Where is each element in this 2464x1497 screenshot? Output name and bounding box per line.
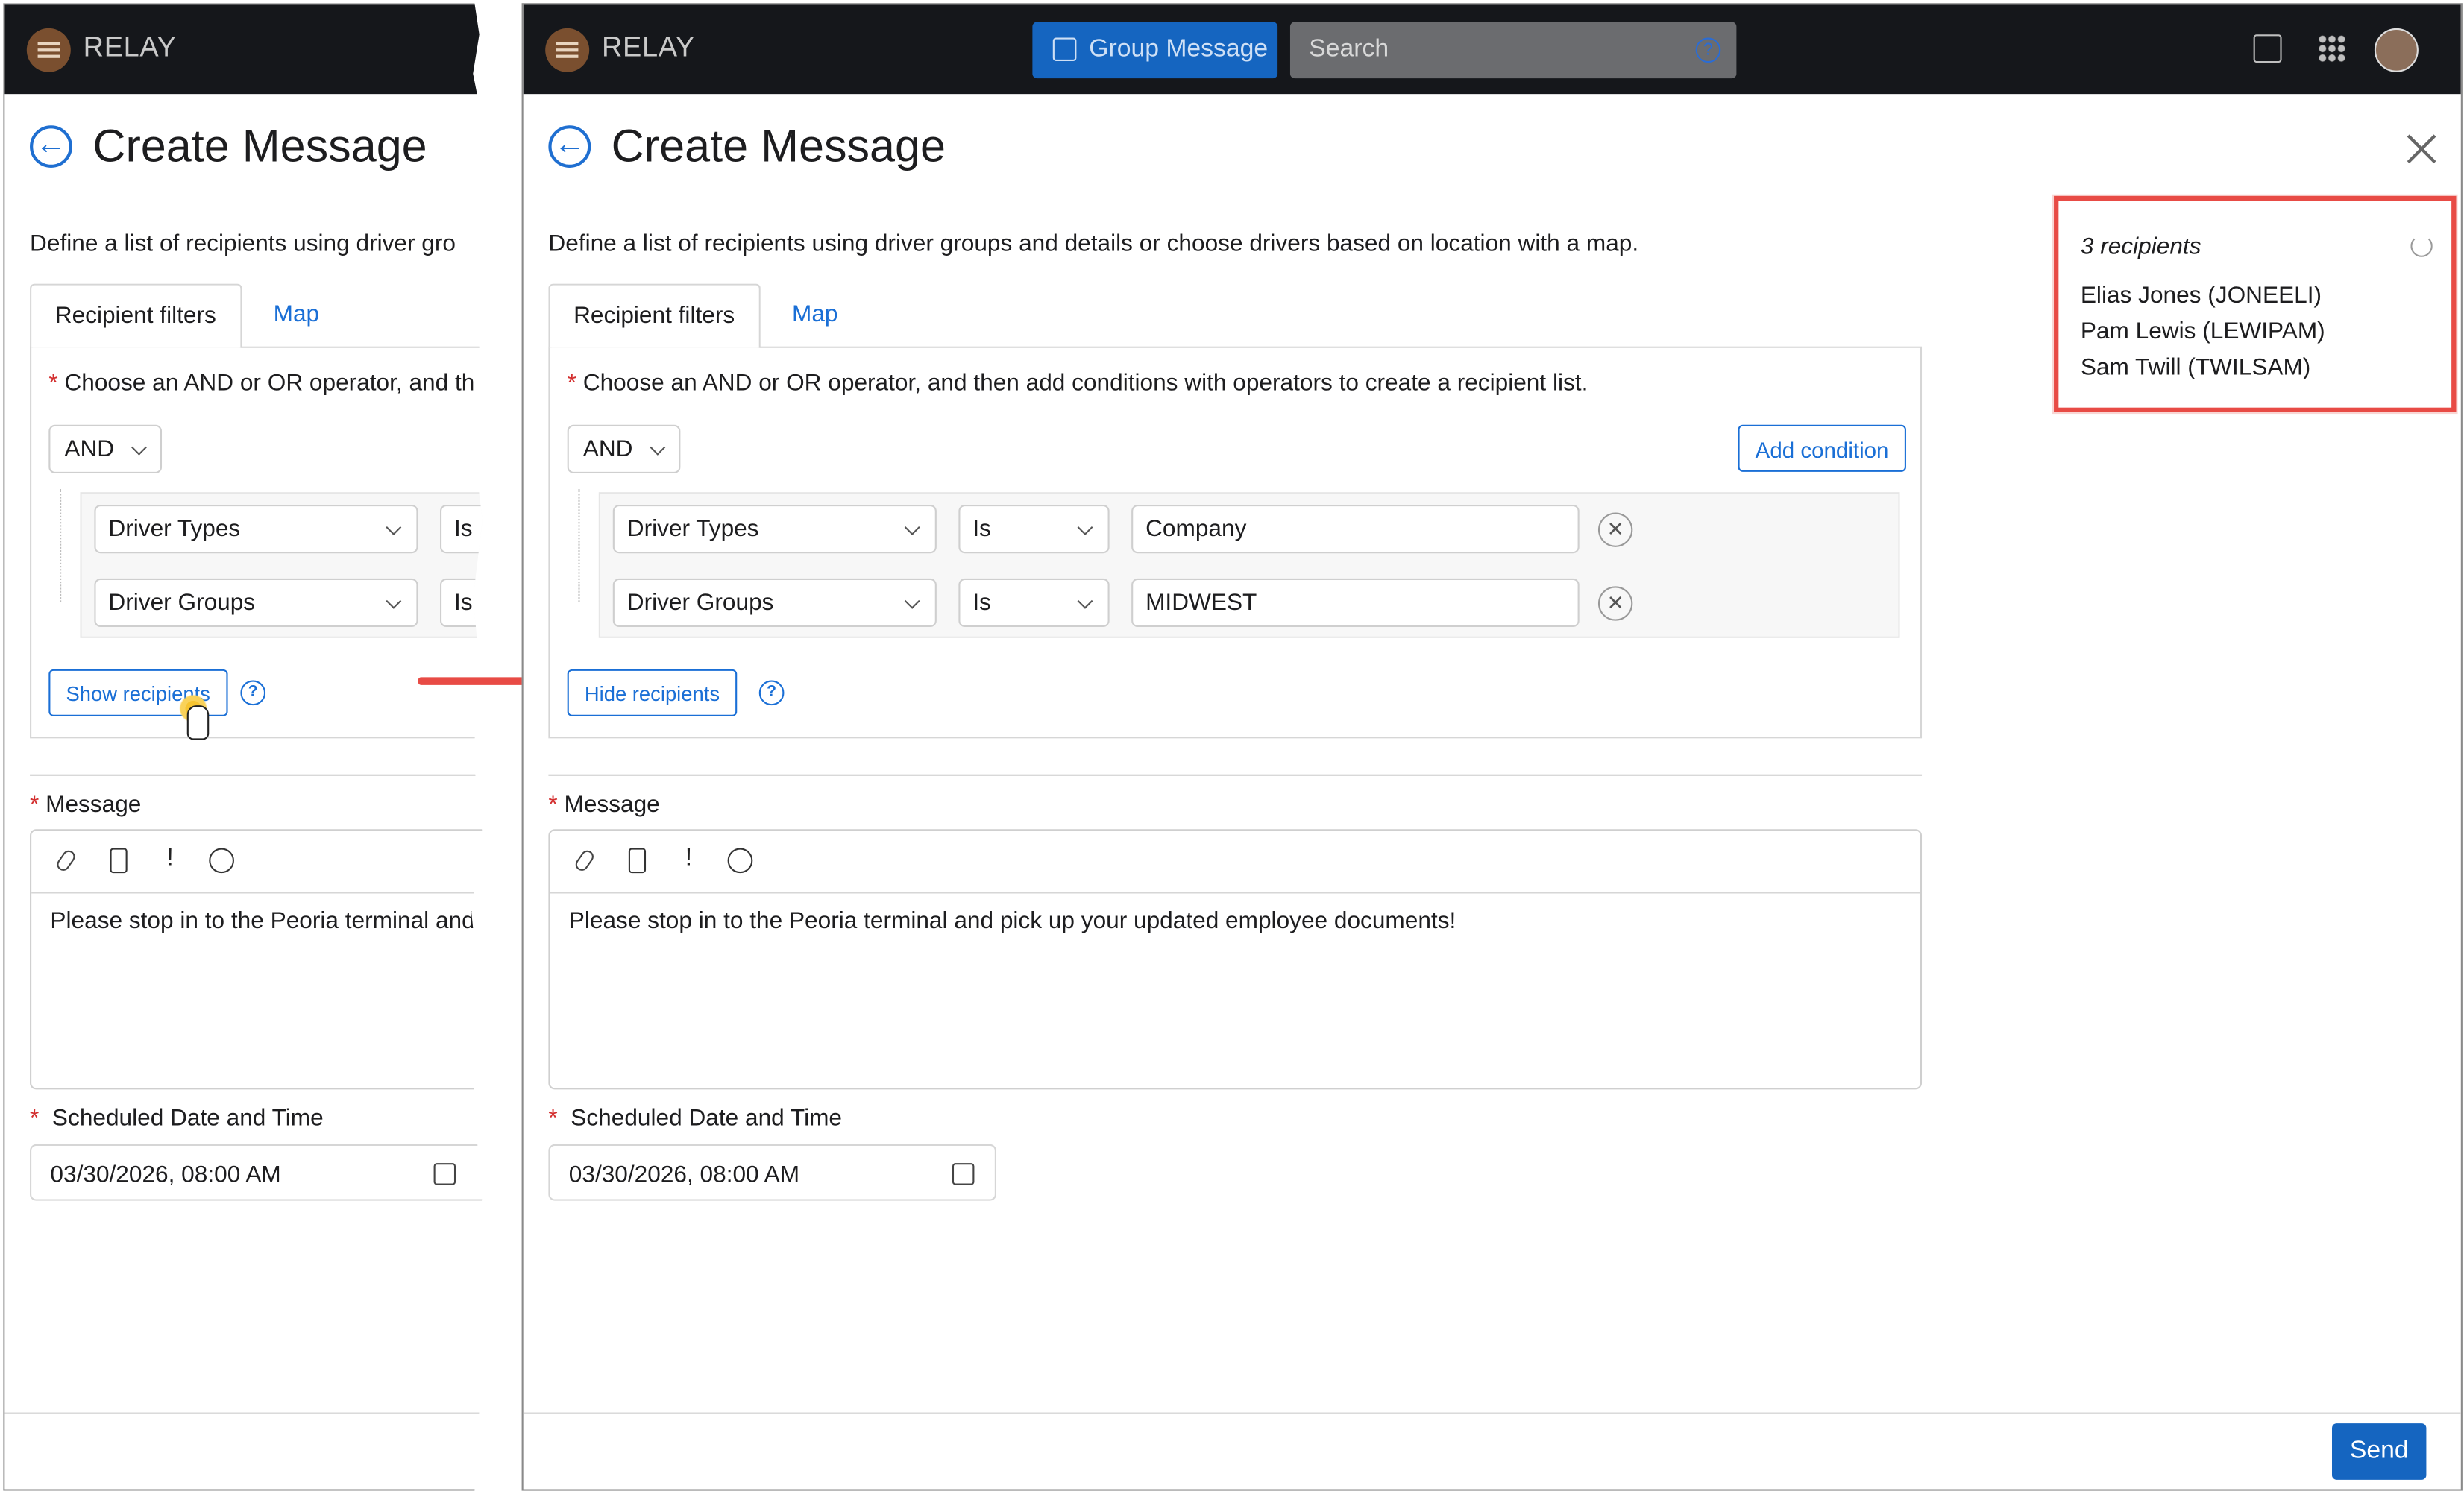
chevron-down-icon: [386, 593, 402, 609]
top-navigation-bar: RELAY Group Message Search?: [523, 4, 2461, 95]
mobile-icon[interactable]: [110, 848, 128, 874]
relay-logo-icon[interactable]: [26, 28, 71, 72]
page-description: Define a list of recipients using driver…: [548, 230, 1639, 257]
condition-operator-select[interactable]: Is: [958, 505, 1110, 554]
remove-condition-icon[interactable]: ✕: [1597, 586, 1633, 621]
search-input[interactable]: Search?: [1289, 22, 1737, 79]
filter-box: * Choose an AND or OR operator, and then…: [548, 346, 1923, 739]
operator-select[interactable]: AND: [567, 424, 681, 473]
calendar-icon[interactable]: [433, 1163, 456, 1185]
page-title: Create Message: [92, 122, 427, 173]
filter-instruction: * Choose an AND or OR operator, and th: [48, 370, 475, 397]
list-item: Pam Lewis (LEWIPAM): [2080, 318, 2325, 345]
condition-field-select[interactable]: Driver Groups: [612, 578, 937, 628]
message-editor[interactable]: ! Please stop in to the Peoria terminal …: [30, 829, 483, 1090]
recipient-tabs: Recipient filters Map: [30, 283, 483, 348]
message-label: * Message: [548, 791, 660, 819]
condition-field-select[interactable]: Driver Groups: [94, 578, 418, 628]
divider: [30, 774, 483, 776]
edit-icon: [1052, 37, 1077, 62]
message-label: * Message: [30, 791, 142, 819]
schedule-datetime-input[interactable]: 03/30/2026, 08:00 AM: [548, 1144, 996, 1201]
schedule-label: * Scheduled Date and Time: [548, 1105, 843, 1132]
divider: [548, 774, 1923, 776]
calendar-icon[interactable]: [952, 1163, 975, 1185]
schedule-label: * Scheduled Date and Time: [30, 1105, 324, 1132]
condition-operator-select[interactable]: Is: [439, 578, 483, 628]
top-navigation-bar: RELAY: [4, 4, 483, 95]
message-text: Please stop in to the Peoria terminal an…: [50, 907, 475, 935]
relay-logo-icon[interactable]: [545, 28, 590, 72]
after-screenshot-panel: RELAY Group Message Search? ← Create Mes…: [521, 3, 2463, 1491]
condition-value-input[interactable]: MIDWEST: [1131, 578, 1580, 628]
back-arrow-icon[interactable]: ←: [30, 125, 72, 168]
condition-field-select[interactable]: Driver Types: [94, 505, 418, 554]
help-icon[interactable]: ?: [240, 680, 266, 706]
priority-icon[interactable]: !: [166, 845, 173, 873]
condition-field-select[interactable]: Driver Types: [612, 505, 937, 554]
message-editor[interactable]: ! Please stop in to the Peoria terminal …: [548, 829, 1923, 1090]
help-icon[interactable]: ?: [1695, 37, 1721, 63]
message-text: Please stop in to the Peoria terminal an…: [568, 907, 1456, 935]
calendar-icon[interactable]: [2253, 34, 2282, 63]
schedule-datetime-input[interactable]: 03/30/2026, 08:00 AM: [30, 1144, 483, 1201]
condition-operator-select[interactable]: Is: [958, 578, 1110, 628]
condition-operator-select[interactable]: Is: [439, 505, 483, 554]
conditions-list: Driver Types Is Company ✕ Driver Groups …: [598, 492, 1900, 638]
brand-name: RELAY: [83, 31, 177, 63]
close-icon[interactable]: [2403, 130, 2441, 168]
add-condition-button[interactable]: Add condition: [1738, 424, 1906, 472]
page-description: Define a list of recipients using driver…: [30, 230, 456, 257]
mobile-icon[interactable]: [628, 848, 647, 874]
chevron-down-icon: [131, 439, 147, 456]
chevron-down-icon: [1077, 520, 1093, 535]
tab-map[interactable]: Map: [274, 301, 320, 328]
before-screenshot-panel: RELAY ← Create Message Define a list of …: [3, 3, 483, 1491]
operator-select[interactable]: AND: [48, 424, 163, 473]
hide-recipients-button[interactable]: Hide recipients: [567, 669, 738, 716]
chevron-down-icon: [650, 439, 666, 456]
group-message-button[interactable]: Group Message: [1032, 22, 1278, 79]
hand-cursor-icon: [186, 705, 210, 740]
emoji-icon[interactable]: [209, 848, 234, 874]
chevron-down-icon: [904, 520, 920, 535]
recipients-panel: 3 recipients Elias Jones (JONEELI) Pam L…: [2054, 195, 2457, 412]
attachment-icon[interactable]: [54, 848, 78, 874]
tab-map[interactable]: Map: [792, 301, 838, 328]
chevron-down-icon: [386, 520, 402, 535]
chevron-down-icon: [904, 593, 920, 609]
page-title: Create Message: [611, 122, 946, 173]
back-arrow-icon[interactable]: ←: [548, 125, 591, 168]
footer-divider: [4, 1412, 483, 1414]
attachment-icon[interactable]: [573, 848, 597, 874]
emoji-icon[interactable]: [727, 848, 753, 874]
list-item: Elias Jones (JONEELI): [2080, 282, 2322, 309]
remove-condition-icon[interactable]: ✕: [1597, 512, 1633, 547]
footer-divider: [523, 1412, 2461, 1414]
editor-toolbar: !: [550, 831, 1920, 894]
editor-toolbar: !: [31, 831, 483, 894]
send-button[interactable]: Send: [2331, 1423, 2427, 1480]
priority-icon[interactable]: !: [685, 845, 692, 873]
tab-recipient-filters[interactable]: Recipient filters: [30, 283, 242, 348]
brand-name: RELAY: [602, 31, 695, 63]
avatar[interactable]: [2374, 28, 2419, 72]
refresh-icon[interactable]: [2410, 235, 2433, 257]
tab-recipient-filters[interactable]: Recipient filters: [548, 283, 760, 348]
condition-value-input[interactable]: Company: [1131, 505, 1580, 554]
conditions-list: Driver Types Is Driver Groups Is: [80, 492, 483, 638]
filter-instruction: * Choose an AND or OR operator, and then…: [567, 370, 1588, 397]
apps-grid-icon[interactable]: [2318, 34, 2346, 63]
recipients-count: 3 recipients: [2080, 233, 2201, 261]
help-icon[interactable]: ?: [758, 680, 785, 706]
chevron-down-icon: [1077, 593, 1093, 609]
list-item: Sam Twill (TWILSAM): [2080, 354, 2311, 381]
recipient-tabs: Recipient filters Map: [548, 283, 1922, 348]
